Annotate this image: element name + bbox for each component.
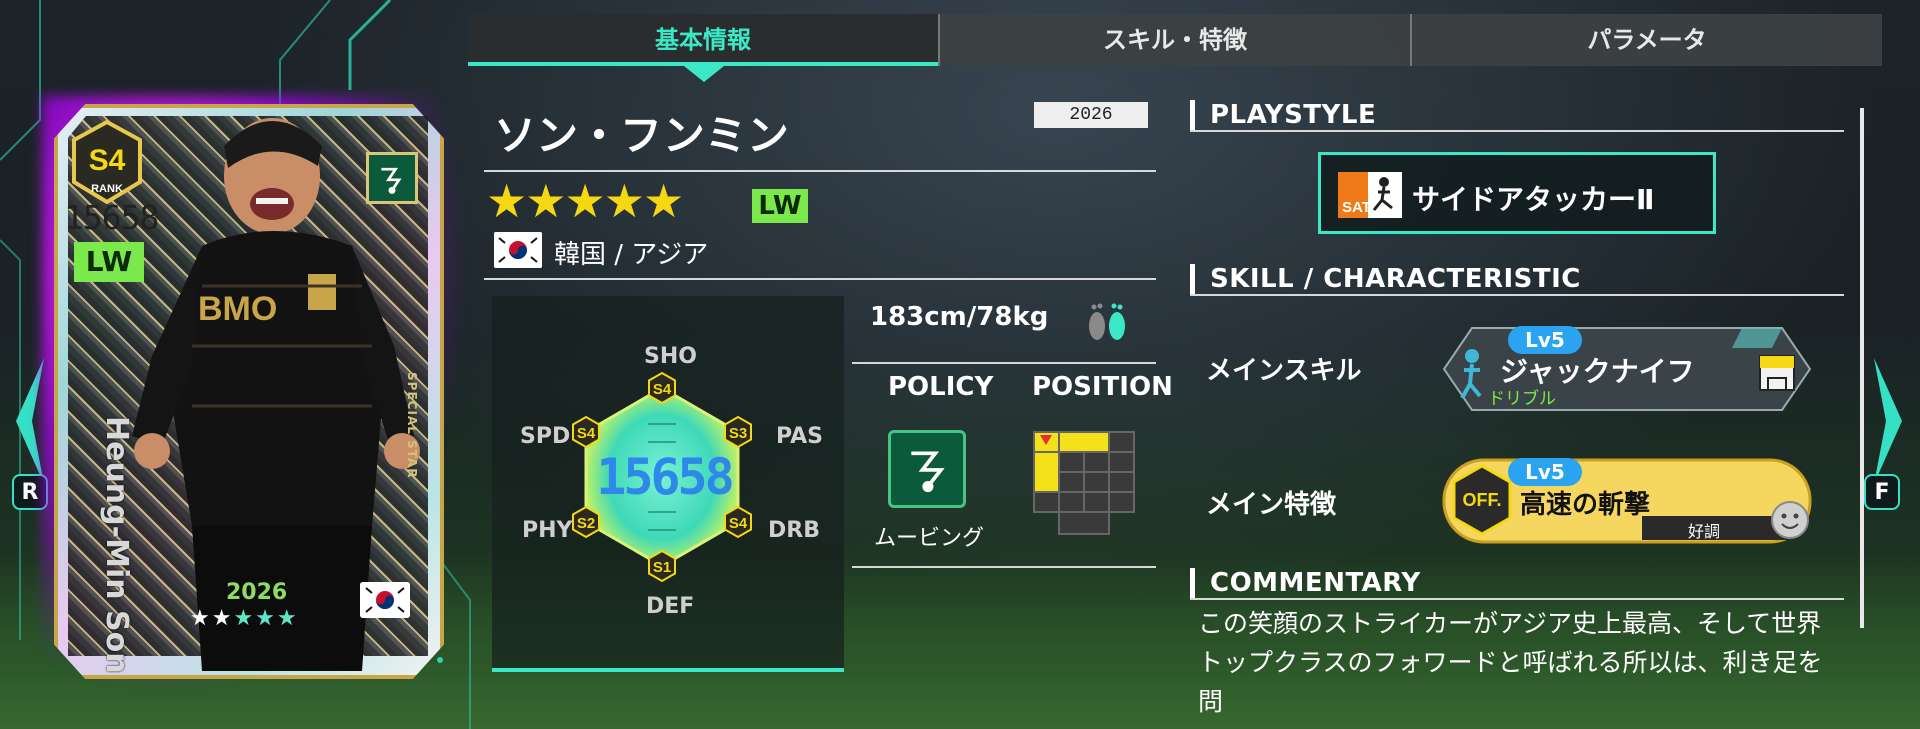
card-rank: S4: [89, 144, 126, 177]
grade-badge-text: S1: [653, 559, 671, 576]
section-marker: [1190, 264, 1195, 294]
rarity-stars: ★★★★★: [486, 174, 684, 228]
player-name: ソン・フンミン: [494, 111, 789, 160]
commentary-line: トップクラスのフォワードと呼ばれる所以は、利き足を問: [1198, 648, 1823, 716]
card-special-label: SPECIAL STAR: [405, 372, 419, 479]
scrollbar[interactable]: [1860, 108, 1864, 628]
position-badge: LW: [752, 189, 808, 223]
tab-parameters[interactable]: パラメータ: [1410, 14, 1882, 66]
tab-bar: 基本情報 スキル・特徴 パラメータ: [468, 14, 1882, 66]
section-marker: [1190, 568, 1195, 598]
card-player-name: Heung-Min Son: [99, 416, 134, 674]
grade-badge-text: S4: [729, 515, 748, 532]
card-overall: 15658: [64, 198, 159, 237]
main-trait-label: メイン特徴: [1206, 490, 1337, 520]
korea-flag-icon: [494, 232, 542, 268]
footedness-icon: [1089, 303, 1125, 340]
grade-badge-text: S3: [729, 425, 747, 442]
tab-skills-traits[interactable]: スキル・特徴: [938, 14, 1410, 66]
stat-label-pas: PAS: [776, 424, 823, 449]
nation-region: 韓国 / アジア: [554, 240, 709, 270]
next-key-hint: F: [1864, 474, 1900, 510]
card-stars: ★★★★★: [190, 606, 299, 631]
policy-name: ムービング: [874, 526, 985, 551]
playstyle-icon-label: SAT: [1342, 199, 1371, 216]
divider: [1190, 294, 1844, 296]
card-rank-label: RANK: [91, 183, 123, 195]
stat-label-sho: SHO: [644, 344, 697, 369]
card-policy-icon: [366, 152, 418, 204]
tab-basic-info[interactable]: 基本情報: [468, 14, 938, 66]
height-weight: 183cm/78kg: [870, 302, 1049, 332]
stat-label-drb: DRB: [768, 518, 820, 543]
active-tab-pointer-icon: [684, 66, 724, 82]
position-map-icon: [1033, 431, 1135, 535]
sponsor-logo: BMO: [198, 290, 277, 328]
main-skill-label: メインスキル: [1206, 356, 1362, 386]
divider: [484, 278, 1156, 280]
year-tag: 2026: [1034, 102, 1148, 128]
radar-total-rating: 15658: [596, 448, 735, 506]
trait-level-pill: Lv5: [1508, 458, 1582, 486]
main-trait-name: 高速の斬撃: [1520, 490, 1651, 520]
card-position-badge: LW: [74, 242, 144, 282]
stat-label-phy: PHY: [522, 518, 573, 543]
skill-section-title: SKILL / CHARACTERISTIC: [1210, 264, 1581, 294]
policy-heading: POLICY: [888, 372, 994, 402]
main-skill-category: ドリブル: [1488, 389, 1556, 409]
stat-label-def: DEF: [646, 594, 695, 619]
grade-badge-text: S4: [577, 425, 596, 442]
playstyle-title: PLAYSTYLE: [1210, 100, 1377, 130]
next-player-arrow-icon[interactable]: [1870, 356, 1910, 486]
divider: [1190, 130, 1844, 132]
grade-badge-text: S2: [577, 515, 595, 532]
trait-condition: 好調: [1688, 522, 1721, 541]
korea-flag-icon: [360, 582, 410, 618]
player-card[interactable]: BMO S4 RANK 15658 LW Heung-Min Son SPECI…: [42, 96, 462, 686]
divider: [852, 566, 1156, 568]
trait-badge-label: OFF.: [1463, 490, 1502, 510]
commentary-text: この笑顔のストライカーがアジア史上最高、そして世界 トップクラスのフォワードと呼…: [1198, 604, 1838, 721]
stat-label-spd: SPD: [520, 424, 571, 449]
divider: [852, 362, 1156, 364]
section-marker: [1190, 100, 1195, 130]
side-attacker-icon: SAT: [1338, 172, 1402, 218]
divider: [1190, 598, 1844, 600]
position-heading: POSITION: [1032, 372, 1173, 402]
grade-badge-text: S4: [653, 381, 672, 398]
moving-policy-icon[interactable]: [888, 430, 966, 508]
commentary-title: COMMENTARY: [1210, 568, 1421, 598]
commentary-line: この笑顔のストライカーがアジア史上最高、そして世界: [1198, 609, 1822, 638]
rank-badge-icon: S4 RANK: [72, 120, 142, 204]
playstyle-name: サイドアタッカーⅡ: [1412, 183, 1655, 216]
divider: [484, 170, 1156, 172]
card-year: 2026: [226, 580, 288, 605]
